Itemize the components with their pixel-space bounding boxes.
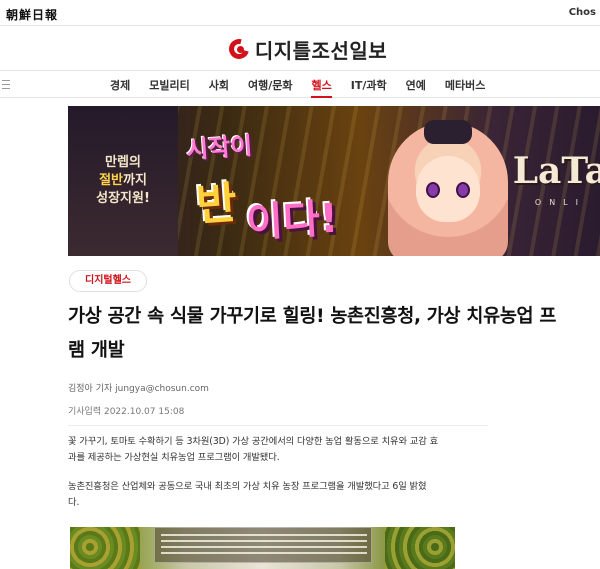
- nav-item-entertainment[interactable]: 연예: [406, 77, 426, 93]
- nav-item-health[interactable]: 헬스: [311, 77, 332, 98]
- nav-item-it-science[interactable]: IT/과학: [351, 77, 387, 93]
- nav-item-society[interactable]: 사회: [209, 77, 229, 93]
- article-paragraph-2: 농촌진흥청은 산업체와 공동으로 국내 최초의 가상 치유 농장 프로그램을 개…: [68, 481, 427, 508]
- article-headline: 가상 공간 속 식물 가꾸기로 힐링! 농촌진흥청, 가상 치유농업 프 램 개…: [68, 306, 557, 361]
- menu-icon[interactable]: [2, 80, 10, 92]
- nav-item-economy[interactable]: 경제: [110, 77, 130, 93]
- banner-game-subtitle: ONLI: [534, 198, 586, 207]
- banner-character-illustration: [368, 112, 518, 256]
- nav-item-travel-culture[interactable]: 여행/문화: [248, 77, 293, 93]
- category-badge[interactable]: 디지털헬스: [69, 270, 147, 292]
- main-nav: 경제 모빌리티 사회 여행/문화 헬스 IT/과학 연예 메타버스: [0, 70, 600, 98]
- site-logo[interactable]: 디지틀조선일보: [0, 34, 600, 64]
- site-logo-text: 디지틀조선일보: [254, 38, 388, 63]
- banner-promo-text: 만렙의 절반까지 성장지원!: [96, 155, 150, 206]
- top-right-link[interactable]: Chos: [569, 7, 596, 18]
- banner-title-part-b: 반: [194, 177, 239, 232]
- banner-title-part-a: 시작이: [185, 131, 254, 165]
- divider: [68, 425, 488, 426]
- logo-mark-icon: [225, 35, 253, 63]
- article-date: 기사입력 2022.10.07 15:08: [68, 407, 185, 417]
- banner-game-logo: LaTa: [512, 150, 600, 192]
- nav-item-mobility[interactable]: 모빌리티: [149, 77, 189, 93]
- photo-info-panel: [154, 527, 372, 563]
- top-strip: 朝鮮日報 Chos: [0, 0, 600, 26]
- nav-item-metaverse[interactable]: 메타버스: [445, 77, 485, 93]
- article-paragraph-1: 꽃 가꾸기, 토마토 수확하기 등 3차원(3D) 가상 공간에서의 다양한 농…: [68, 436, 439, 463]
- article-byline[interactable]: 김정아 기자 jungya@chosun.com: [68, 381, 209, 394]
- chosun-masthead-logo[interactable]: 朝鮮日報: [6, 6, 58, 23]
- article-photo: [70, 527, 455, 569]
- banner-title-part-c: 이다!: [245, 195, 340, 247]
- ad-banner[interactable]: 만렙의 절반까지 성장지원! 시작이 반 이다! LaTa ONLI: [68, 106, 600, 256]
